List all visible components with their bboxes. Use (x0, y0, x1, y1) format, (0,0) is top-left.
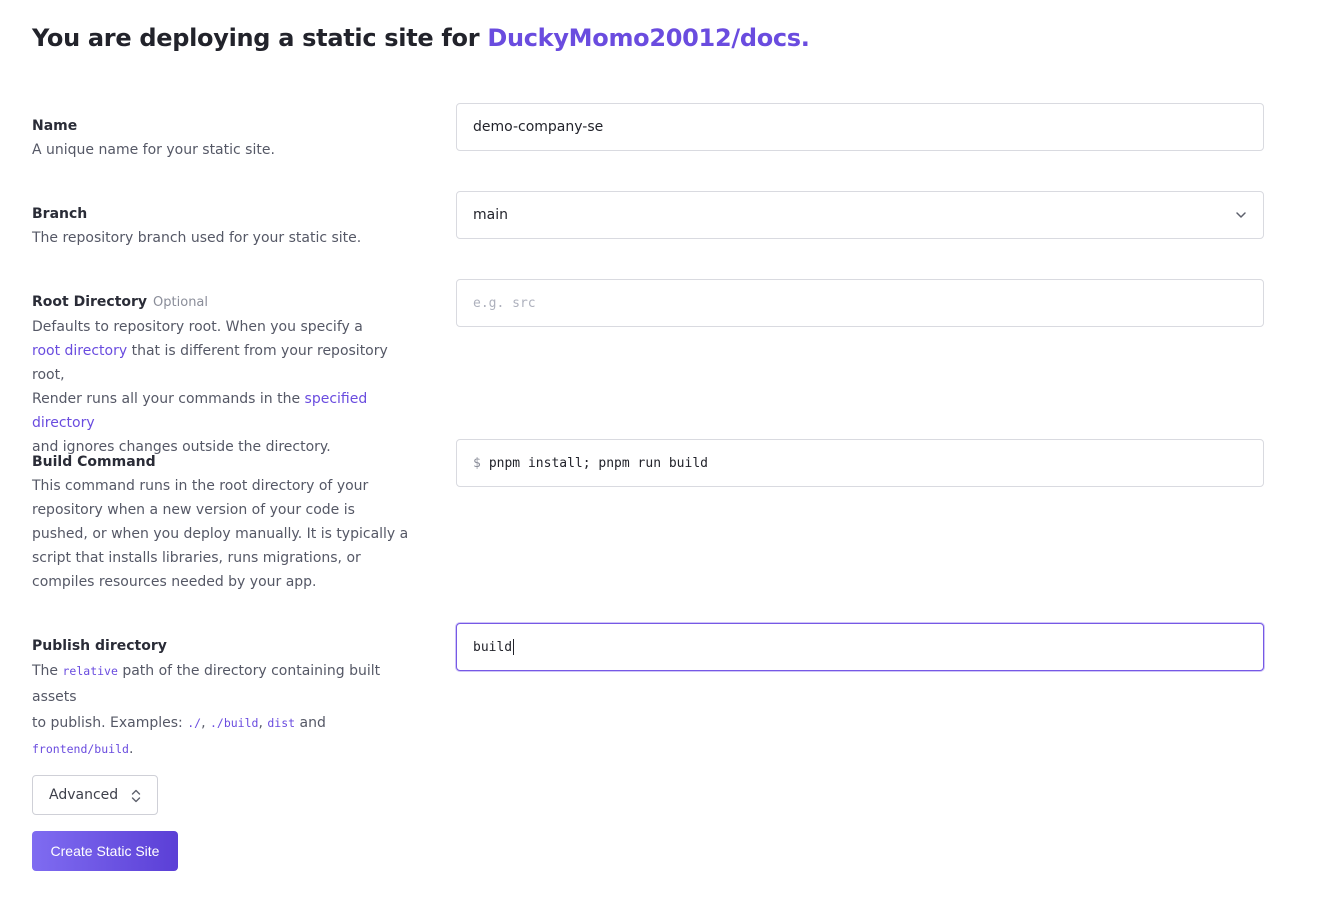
example-frontend-build: frontend/build (32, 742, 129, 756)
example-root: ./ (187, 716, 202, 730)
advanced-button-label: Advanced (49, 787, 119, 803)
root-directory-label-text: Root Directory (32, 294, 148, 310)
publish-desc-text: . (128, 741, 134, 757)
name-input-value: demo-company-se (473, 119, 604, 135)
shell-prompt: $ (473, 455, 481, 471)
root-directory-link[interactable]: root directory (32, 343, 127, 359)
publish-directory-value: build (473, 639, 513, 655)
publish-desc-text: and (295, 715, 326, 731)
build-command-input[interactable]: $ pnpm install; pnpm run build (456, 439, 1264, 487)
root-directory-placeholder: e.g. src (473, 295, 536, 311)
repo-link[interactable]: DuckyMomo20012/docs. (487, 24, 810, 52)
chevron-down-icon (1236, 212, 1246, 218)
publish-directory-label: Publish directory (32, 638, 167, 654)
create-static-site-button[interactable]: Create Static Site (32, 831, 178, 871)
publish-directory-description: The relative path of the directory conta… (32, 658, 412, 762)
example-dist: dist (267, 716, 296, 730)
root-directory-desc-text: Defaults to repository root. When you sp… (32, 319, 363, 335)
build-command-label: Build Command (32, 454, 156, 470)
page-title: You are deploying a static site for Duck… (32, 24, 810, 52)
branch-description: The repository branch used for your stat… (32, 230, 362, 246)
publish-desc-text: The (32, 663, 63, 679)
branch-select[interactable]: main (456, 191, 1264, 239)
publish-desc-text: to publish. Examples: (32, 715, 188, 731)
optional-tag: Optional (153, 295, 209, 310)
build-command-description: This command runs in the root directory … (32, 478, 409, 590)
publish-desc-text: , (201, 715, 210, 731)
build-command-value: pnpm install; pnpm run build (488, 455, 708, 471)
publish-desc-text: , (258, 715, 268, 731)
root-directory-input[interactable]: e.g. src (456, 279, 1264, 327)
name-label: Name (32, 118, 78, 134)
text-cursor (513, 639, 515, 655)
create-static-site-page: You are deploying a static site for Duck… (0, 0, 1322, 898)
root-directory-description: Defaults to repository root. When you sp… (32, 315, 412, 459)
branch-select-value: main (473, 207, 508, 223)
name-input[interactable]: demo-company-se (456, 103, 1264, 151)
chevron-up-down-icon (131, 789, 141, 803)
example-build: ./build (209, 716, 259, 730)
publish-directory-input[interactable]: build (456, 623, 1264, 671)
root-directory-label: Root Directory Optional (32, 290, 412, 315)
root-directory-desc-text: Render runs all your commands in the (32, 391, 305, 407)
branch-label: Branch (32, 206, 88, 222)
advanced-button[interactable]: Advanced (32, 775, 158, 815)
page-title-prefix: You are deploying a static site for (32, 24, 488, 52)
code-relative: relative (62, 664, 118, 678)
name-description: A unique name for your static site. (32, 142, 275, 158)
